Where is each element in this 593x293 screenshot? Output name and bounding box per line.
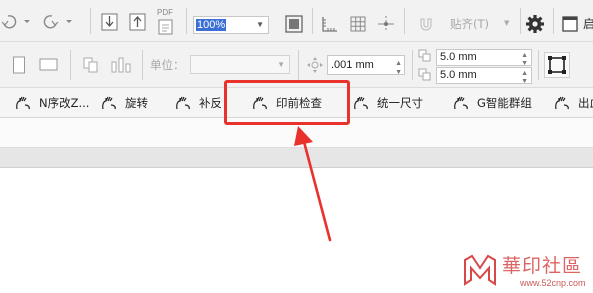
chevron-down-icon: ▼ [504, 19, 510, 27]
duplicate-distance-y-value: 5.0 mm [440, 69, 477, 81]
options-button[interactable] [525, 14, 545, 34]
zoom-level-select[interactable]: 100% ▼ [193, 16, 269, 34]
nudge-distance-value: .001 mm [331, 59, 374, 71]
undo-icon [1, 15, 30, 29]
unit-label: 单位： [150, 58, 185, 72]
plugin-label: 旋转 [125, 96, 148, 110]
full-screen-icon [285, 15, 303, 33]
import-icon [101, 13, 118, 31]
annotation-arrow [294, 126, 332, 242]
gear-icon [526, 15, 544, 33]
full-screen-button[interactable] [284, 14, 304, 34]
nudge-distance-input[interactable]: .001 mm ▲ ▼ [327, 55, 405, 75]
plugin-label: 出血 [578, 96, 593, 110]
plugin-button-uniform-size[interactable]: 统一尺寸 [353, 88, 423, 118]
duplicate-y-icon-wrap [418, 67, 432, 83]
separator [538, 50, 539, 80]
spinner-down-icon[interactable]: ▼ [395, 64, 402, 74]
hand-icon [16, 96, 30, 110]
separator [186, 8, 187, 34]
pdf-icon [158, 19, 173, 35]
hand-icon [102, 96, 116, 110]
grid-icon [350, 16, 366, 32]
plugin-label: G智能群组 [477, 96, 532, 110]
separator [90, 8, 91, 34]
plugin-button-n-order[interactable]: N序改Z... [15, 88, 89, 118]
spinner-down-icon[interactable]: ▼ [521, 56, 528, 65]
separator [142, 50, 143, 80]
plugin-label: 统一尺寸 [377, 96, 423, 110]
undo-button[interactable] [0, 10, 34, 32]
separator [298, 50, 299, 80]
duplicate-distance-x-input[interactable]: 5.0 mm ▲ ▼ [436, 49, 532, 66]
separator [553, 8, 554, 34]
separator [70, 50, 71, 80]
show-rulers-button[interactable] [320, 14, 340, 34]
separator [412, 50, 413, 80]
unit-select[interactable]: ▼ [190, 55, 290, 74]
magnet-icon [420, 18, 432, 31]
publish-pdf-button[interactable]: PDF [154, 8, 178, 36]
portrait-page-icon [13, 56, 25, 74]
snap-to-label: 贴齐(T) [450, 17, 489, 31]
watermark-logo-icon [464, 254, 496, 286]
current-page-button[interactable] [110, 56, 132, 74]
hand-icon [176, 96, 190, 110]
portrait-button[interactable] [12, 55, 26, 75]
plugin-label: 补反 [199, 96, 222, 110]
duplicate-horizontal-icon [418, 49, 431, 62]
import-button[interactable] [100, 12, 120, 32]
treat-as-filled-button[interactable] [544, 52, 570, 78]
ruler-icon [322, 17, 337, 32]
current-page-icon [111, 57, 131, 73]
zoom-level-value: 100% [196, 19, 227, 31]
plugin-button-bleed[interactable]: 出血 [554, 88, 593, 118]
plugin-button-rotate[interactable]: 旋转 [101, 88, 148, 118]
export-button[interactable] [128, 12, 148, 32]
standard-toolbar: PDF 100% ▼ 贴齐(T) ▼ 启 [0, 0, 593, 42]
nudge-icon [307, 57, 323, 73]
nudge-icon-wrap [306, 56, 324, 74]
application-launcher-button[interactable]: 启 [562, 14, 593, 34]
show-guidelines-button[interactable] [376, 14, 396, 34]
landscape-page-icon [39, 58, 58, 71]
all-pages-button[interactable] [82, 56, 100, 74]
separator [404, 8, 405, 34]
guidelines-icon [378, 16, 394, 32]
separator [312, 8, 313, 34]
plugin-button-smart-group[interactable]: G智能群组 [453, 88, 532, 118]
separator [520, 8, 521, 34]
redo-icon [43, 15, 72, 29]
redo-button[interactable] [38, 10, 74, 32]
landscape-button[interactable] [38, 57, 60, 73]
hand-icon [555, 96, 569, 110]
window-icon [562, 16, 578, 32]
plugin-button-compensate[interactable]: 补反 [175, 88, 222, 118]
duplicate-vertical-icon [418, 68, 431, 81]
duplicate-x-icon-wrap [418, 48, 432, 64]
duplicate-distance-y-input[interactable]: 5.0 mm ▲ ▼ [436, 67, 532, 84]
pdf-label: PDF [157, 8, 173, 17]
hand-icon [354, 96, 368, 110]
watermark-url: www.52cnp.com [520, 278, 586, 288]
export-icon [129, 13, 146, 31]
all-pages-icon [83, 57, 98, 73]
plugin-label: N序改Z... [39, 96, 90, 110]
show-grid-button[interactable] [348, 14, 368, 34]
chevron-down-icon: ▼ [277, 60, 285, 69]
snap-to-button[interactable]: 贴齐(T) ▼ [418, 14, 518, 34]
hand-icon [454, 96, 468, 110]
chevron-down-icon: ▼ [256, 20, 264, 29]
bounding-box-icon [548, 56, 566, 74]
highlight-box [224, 80, 350, 125]
spinner-down-icon[interactable]: ▼ [521, 74, 528, 83]
launcher-label: 启 [583, 17, 593, 31]
watermark-title: 華印社區 [502, 255, 583, 277]
watermark: 華印社區 www.52cnp.com [462, 250, 593, 293]
duplicate-distance-x-value: 5.0 mm [440, 51, 477, 63]
